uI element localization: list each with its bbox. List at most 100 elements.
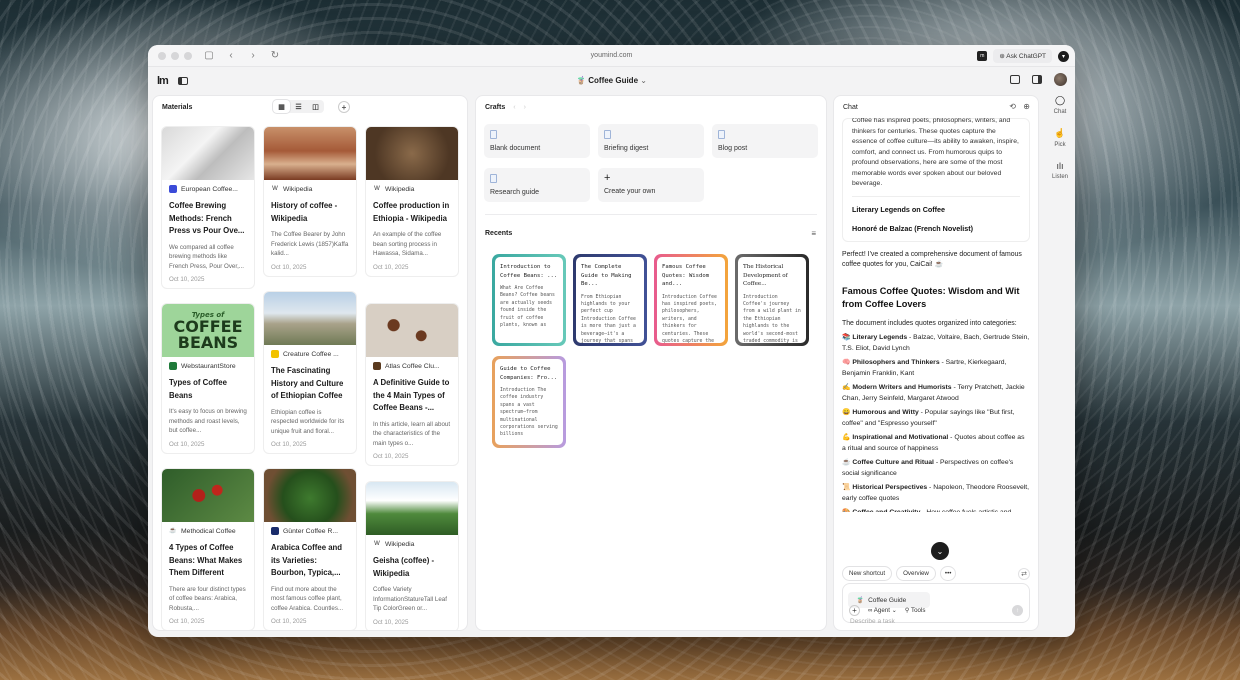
rail-chat[interactable]: ◯ Chat bbox=[1045, 95, 1075, 115]
recent-document-title: The Complete Guide to Making Be... bbox=[581, 264, 632, 287]
layout-icon[interactable] bbox=[1010, 75, 1020, 84]
material-description: The Coffee Bearer by John Frederick Lewi… bbox=[271, 231, 349, 257]
material-thumbnail bbox=[162, 127, 254, 180]
new-shortcut-chip[interactable]: New shortcut bbox=[842, 566, 893, 581]
more-chip[interactable]: ••• bbox=[939, 566, 957, 581]
recent-document-card[interactable]: Guide to Coffee Companies: Fro... Introdu… bbox=[492, 356, 566, 448]
material-card[interactable]: W Wikipedia History of coffee - Wikipedia T… bbox=[263, 126, 357, 277]
recent-document-card[interactable]: Introduction to Coffee Beans: ... What Ar… bbox=[492, 254, 566, 346]
craft-tile[interactable]: Blog post bbox=[712, 124, 818, 158]
category-name: Philosophers and Thinkers bbox=[852, 359, 940, 366]
materials-title: Materials bbox=[162, 103, 193, 111]
source-name: Methodical Coffee bbox=[181, 527, 236, 535]
preview-heading-2: Honoré de Balzac (French Novelist) bbox=[852, 223, 974, 233]
grid-view-icon[interactable]: ▦ bbox=[273, 100, 290, 113]
list-view-icon[interactable]: ☰ bbox=[290, 100, 307, 113]
agent-selector[interactable]: ∞ Agent ⌄ bbox=[868, 607, 897, 614]
chat-title: Chat bbox=[843, 103, 858, 111]
material-card[interactable]: W Wikipedia Coffee production in Ethiopia … bbox=[365, 126, 459, 277]
material-date: Oct 10, 2025 bbox=[373, 263, 409, 271]
extension-icon[interactable]: m bbox=[977, 51, 988, 61]
source-name: Atlas Coffee Clu... bbox=[385, 362, 440, 370]
history-icon[interactable]: ⟲ bbox=[1009, 102, 1016, 111]
task-input[interactable]: Describe a task bbox=[850, 618, 1024, 625]
profile-icon[interactable]: ▾ bbox=[1058, 50, 1069, 62]
thumbnail-text: BEANS bbox=[177, 332, 239, 352]
category-name: Humorous and Witty bbox=[852, 409, 919, 416]
category-name: Literary Legends bbox=[852, 334, 908, 341]
rail-listen[interactable]: ılı Listen bbox=[1045, 161, 1075, 180]
column-view-icon[interactable]: ◫ bbox=[307, 100, 324, 113]
filter-icon[interactable]: ≡ bbox=[811, 229, 816, 238]
rail-pick[interactable]: ☝ Pick bbox=[1045, 128, 1075, 148]
recent-document-card[interactable]: The Complete Guide to Making Be... From E… bbox=[573, 254, 647, 346]
material-card[interactable]: W Wikipedia Geisha (coffee) - Wikipedia Cof… bbox=[365, 481, 459, 630]
material-description: We compared all coffee brewing methods l… bbox=[169, 243, 244, 270]
crafts-title: Crafts bbox=[485, 103, 506, 111]
context-doc-icon: 🧋 bbox=[856, 597, 865, 604]
source-favicon-icon: W bbox=[373, 540, 381, 548]
document-preview[interactable]: Coffee has inspired poets, philosophers,… bbox=[842, 118, 1030, 242]
material-title: Geisha (coffee) - Wikipedia bbox=[373, 556, 435, 578]
material-source: ☕ Methodical Coffee bbox=[169, 527, 247, 535]
document-title[interactable]: 🧋 Coffee Guide ⌄ bbox=[148, 76, 1075, 85]
category-list-item: 📜 Historical Perspectives - Napoleon, Th… bbox=[842, 483, 1030, 504]
document-emoji: 🧋 bbox=[576, 76, 586, 85]
material-card[interactable]: Atlas Coffee Clu... A Definitive Guide to… bbox=[365, 303, 459, 466]
source-name: WebstaurantStore bbox=[181, 362, 236, 370]
preview-heading-1: Literary Legends on Coffee bbox=[852, 204, 946, 214]
craft-tile[interactable]: + Create your own bbox=[598, 168, 704, 202]
next-arrow-icon[interactable]: › bbox=[524, 104, 526, 111]
ask-chatgpt-button[interactable]: ⊛ Ask ChatGPT bbox=[993, 49, 1052, 63]
overview-chip[interactable]: Overview bbox=[896, 566, 936, 581]
materials-header: Materials ▦ ☰ ◫ + bbox=[153, 96, 467, 118]
source-name: Creature Coffee ... bbox=[283, 350, 339, 358]
chat-icon: ◯ bbox=[1054, 95, 1066, 105]
material-card[interactable]: Günter Coffee R... Arabica Coffee and its… bbox=[263, 468, 357, 630]
category-list-item: ☕ Coffee Culture and Ritual - Perspectiv… bbox=[842, 458, 1030, 479]
source-favicon-icon bbox=[271, 527, 279, 535]
preview-divider bbox=[852, 195, 1020, 197]
ask-chatgpt-label: Ask ChatGPT bbox=[1006, 53, 1046, 60]
tools-button[interactable]: ⚲ Tools bbox=[905, 607, 926, 614]
category-list-item: 📚 Literary Legends - Balzac, Voltaire, B… bbox=[842, 333, 1030, 354]
material-title: Coffee production in Ethiopia - Wikipedi… bbox=[373, 201, 450, 223]
material-card[interactable]: European Coffee... Coffee Brewing Methods… bbox=[161, 126, 255, 289]
settings-toggle-icon[interactable]: ⇄ bbox=[1018, 567, 1030, 580]
chat-composer: 🧋 Coffee Guide Describe a task + ∞ Agent… bbox=[842, 583, 1030, 625]
craft-tile[interactable]: Research guide bbox=[484, 168, 590, 202]
material-card[interactable]: Creature Coffee ... The Fascinating Histo… bbox=[263, 291, 357, 454]
avatar[interactable] bbox=[1054, 73, 1067, 86]
material-date: Oct 10, 2025 bbox=[373, 453, 409, 460]
chevron-down-icon: ⌄ bbox=[640, 76, 647, 85]
prev-arrow-icon[interactable]: ‹ bbox=[513, 104, 515, 111]
category-name: Coffee Culture and Ritual bbox=[852, 459, 934, 466]
recent-document-card[interactable]: The Historical Development of Coffee... I… bbox=[735, 254, 809, 346]
chat-messages[interactable]: Coffee has inspired poets, philosophers,… bbox=[834, 118, 1038, 512]
right-panel-toggle-icon[interactable] bbox=[1032, 75, 1042, 84]
material-date: Oct 10, 2025 bbox=[169, 276, 205, 283]
plus-icon: + bbox=[604, 172, 611, 184]
material-date: Oct 10, 2025 bbox=[271, 263, 307, 271]
category-emoji: ☕ bbox=[842, 459, 853, 466]
address-bar[interactable]: youmind.com bbox=[148, 52, 1075, 59]
material-description: There are four distinct types of coffee … bbox=[169, 585, 246, 612]
assistant-reply: Perfect! I've created a comprehensive do… bbox=[842, 250, 1022, 269]
material-source: European Coffee... bbox=[169, 185, 247, 193]
material-description: An example of the coffee bean sorting pr… bbox=[373, 231, 442, 257]
material-card[interactable]: Types of COFFEE BEANS WebstaurantStore Types… bbox=[161, 303, 255, 454]
craft-tile-label: Create your own bbox=[604, 188, 656, 195]
new-chat-icon[interactable]: ⊕ bbox=[1023, 102, 1030, 111]
recent-document-card[interactable]: Famous Coffee Quotes: Wisdom and... Intro… bbox=[654, 254, 728, 346]
material-card[interactable]: ☕ Methodical Coffee 4 Types of Coffee Bean… bbox=[161, 468, 255, 630]
category-emoji: 😄 bbox=[842, 409, 853, 416]
composer-toolbar: + ∞ Agent ⌄ ⚲ Tools ↑ bbox=[849, 605, 1023, 616]
add-material-button[interactable]: + bbox=[338, 101, 350, 113]
send-button[interactable]: ↑ bbox=[1012, 605, 1023, 616]
preview-intro: Coffee has inspired poets, philosophers,… bbox=[852, 118, 1019, 187]
scroll-down-button[interactable]: ⌄ bbox=[931, 542, 949, 560]
material-thumbnail bbox=[264, 469, 356, 522]
craft-tile[interactable]: Briefing digest bbox=[598, 124, 704, 158]
attach-button[interactable]: + bbox=[849, 605, 860, 616]
craft-tile[interactable]: Blank document bbox=[484, 124, 590, 158]
